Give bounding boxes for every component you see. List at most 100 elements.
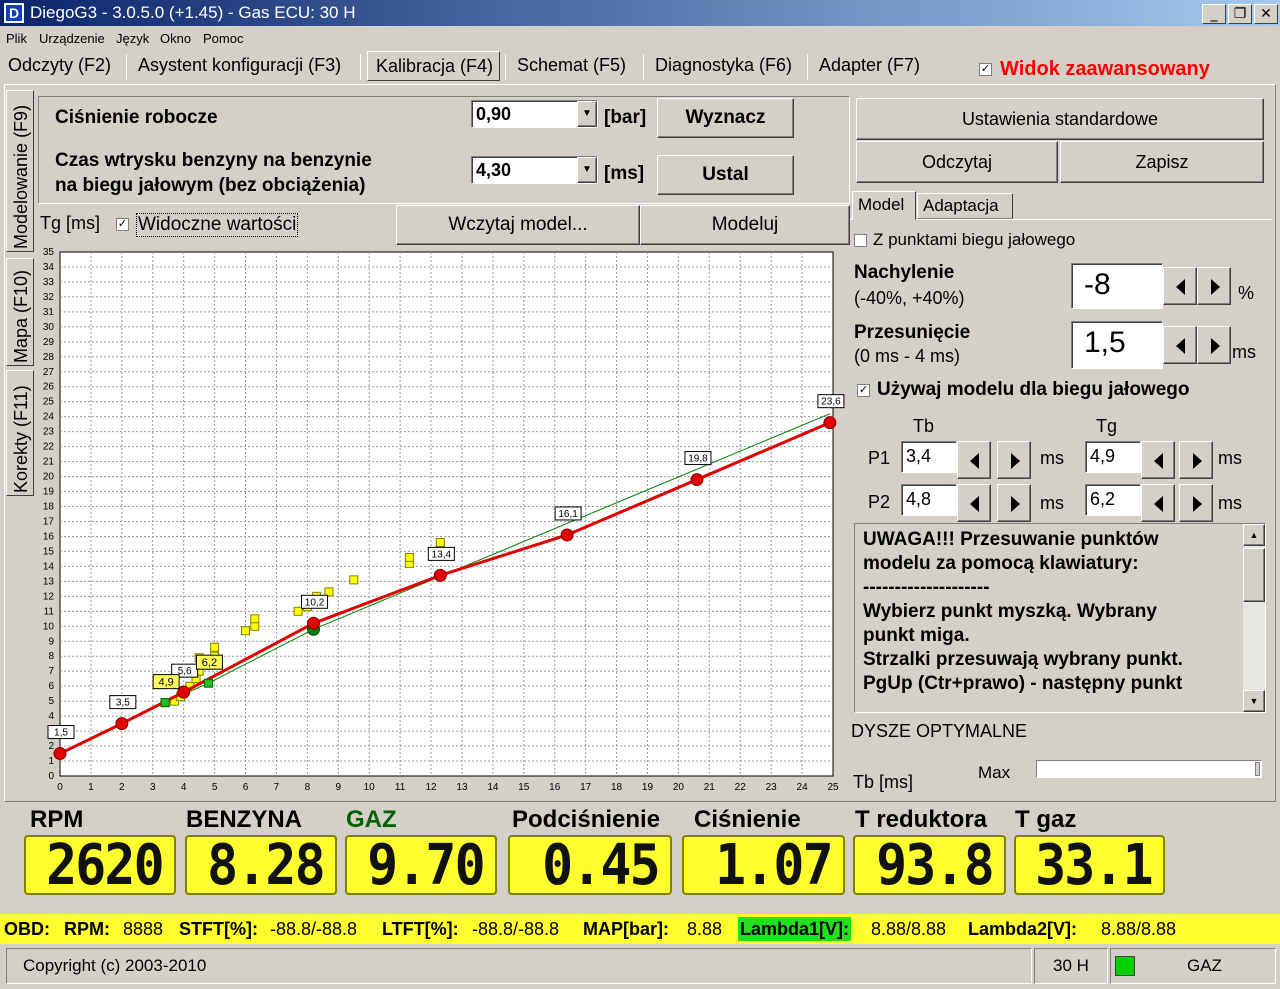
arrow-right-icon: [1011, 453, 1020, 469]
tab-schemat[interactable]: Schemat (F5): [509, 51, 634, 81]
obd-stft-value: -88.8/-88.8: [270, 919, 358, 939]
slope-label: Nachylenie: [854, 262, 955, 283]
side-tab-mapa[interactable]: Mapa (F10): [6, 258, 34, 366]
tab-separator: [807, 54, 808, 80]
tab-separator: [360, 54, 361, 80]
shift-input[interactable]: 1,5: [1071, 321, 1163, 369]
injection-unit: [ms]: [604, 163, 645, 184]
y-tick-label: 29: [43, 337, 55, 348]
slope-increase-button[interactable]: [1197, 267, 1231, 305]
y-tick-label: 12: [43, 591, 55, 602]
tab-odczyty[interactable]: Odczyty (F2): [0, 51, 119, 81]
tb-header: Tb: [913, 416, 935, 436]
tab-kalibracja[interactable]: Kalibracja (F4): [367, 51, 500, 81]
p1-tg-input[interactable]: 4,9: [1085, 441, 1141, 473]
scroll-down-icon[interactable]: ▼: [1243, 690, 1265, 712]
slope-decrease-button[interactable]: [1163, 267, 1197, 305]
close-icon[interactable]: ✕: [1254, 4, 1278, 24]
x-tick-label: 22: [735, 782, 747, 793]
advanced-view-label[interactable]: Widok zaawansowany: [1000, 58, 1210, 81]
warning-memo[interactable]: UWAGA!!! Przesuwanie punktów modelu za p…: [854, 523, 1266, 713]
injection-select[interactable]: 4,30 ▼: [471, 156, 598, 184]
chevron-down-icon[interactable]: ▼: [577, 101, 597, 127]
menu-okno[interactable]: Okno: [160, 31, 191, 46]
y-tick-label: 33: [43, 277, 55, 288]
warning-text: UWAGA!!! Przesuwanie punktów modelu za p…: [863, 528, 1183, 696]
restore-icon[interactable]: ❐: [1228, 4, 1252, 24]
scroll-thumb[interactable]: [1243, 548, 1265, 602]
status-fuel-panel: GAZ: [1110, 948, 1276, 984]
subtab-adaptacja[interactable]: Adaptacja: [917, 193, 1013, 219]
p2-tg-unit: ms: [1218, 493, 1242, 513]
x-tick-label: 16: [549, 782, 561, 793]
x-tick-label: 9: [335, 782, 341, 793]
window-title: DiegoG3 - 3.0.5.0 (+1.45) - Gas ECU: 30 …: [30, 3, 356, 22]
x-tick-label: 17: [580, 782, 592, 793]
idle-points-label[interactable]: Z punktami biegu jałowego: [873, 230, 1075, 250]
y-tick-label: 13: [43, 576, 55, 587]
p2-tg-input[interactable]: 6,2: [1085, 484, 1141, 516]
pressure-select[interactable]: 0,90 ▼: [471, 100, 598, 128]
use-model-idle-checkbox[interactable]: ✓: [857, 384, 870, 397]
idle-points-checkbox[interactable]: [854, 234, 867, 247]
slope-input[interactable]: -8: [1071, 263, 1163, 309]
memo-scrollbar[interactable]: ▲ ▼: [1243, 524, 1265, 712]
y-tick-label: 22: [43, 442, 55, 453]
menu-pomoc[interactable]: Pomoc: [203, 31, 243, 46]
visible-values-checkbox[interactable]: ✓: [116, 218, 129, 231]
model-point-label: 23,6: [821, 397, 841, 408]
save-button[interactable]: Zapisz: [1060, 141, 1264, 183]
status-ecu: 30 H: [1034, 948, 1108, 984]
p1-tb-input[interactable]: 3,4: [901, 441, 957, 473]
side-tab-modelowanie[interactable]: Modelowanie (F9): [6, 90, 34, 252]
minimize-icon[interactable]: _: [1202, 4, 1226, 24]
subtab-model[interactable]: Model: [852, 191, 916, 220]
p2-tb-increase-button[interactable]: [997, 484, 1031, 522]
p2-tg-decrease-button[interactable]: [1141, 484, 1175, 522]
tab-asystent[interactable]: Asystent konfiguracji (F3): [130, 51, 349, 81]
p1-tg-decrease-button[interactable]: [1141, 441, 1175, 479]
base-point: [203, 678, 213, 688]
tab-separator: [505, 54, 506, 80]
standard-settings-button[interactable]: Ustawienia standardowe: [856, 98, 1264, 140]
title-bar: D DiegoG3 - 3.0.5.0 (+1.45) - Gas ECU: 3…: [0, 0, 1280, 26]
use-model-idle-label[interactable]: Używaj modelu dla biegu jałowego: [877, 379, 1190, 401]
calibration-chart[interactable]: 0 1 2 3 4 5 6 7 8 9 10 11 12 13 14 15 16 17 18 19 20 21 22 23 24…: [36, 244, 848, 800]
measured-point: [435, 537, 445, 547]
x-tick-label: 25: [827, 782, 839, 793]
scroll-up-icon[interactable]: ▲: [1243, 524, 1265, 546]
warning-line: Wybierz punkt myszką. Wybrany: [863, 601, 1157, 622]
p1-tb-decrease-button[interactable]: [957, 441, 991, 479]
gauge-label-rpm: RPM: [30, 806, 84, 833]
slider-handle[interactable]: [1255, 762, 1260, 776]
obd-rpm-label: RPM:: [64, 919, 110, 939]
model-button[interactable]: Modeluj: [640, 205, 850, 245]
max-slider[interactable]: [1036, 760, 1262, 778]
menu-plik[interactable]: Plik: [6, 31, 27, 46]
p1-label: P1: [868, 448, 891, 468]
read-button[interactable]: Odczytaj: [856, 141, 1058, 183]
arrow-left-icon: [1154, 496, 1163, 512]
status-fuel: GAZ: [1187, 956, 1222, 975]
p2-tb-unit: ms: [1040, 493, 1064, 513]
shift-decrease-button[interactable]: [1163, 326, 1197, 364]
load-model-button[interactable]: Wczytaj model...: [396, 205, 640, 245]
tab-diagnostyka[interactable]: Diagnostyka (F6): [647, 51, 800, 81]
determine-button[interactable]: Wyznacz: [657, 98, 794, 138]
chevron-down-icon[interactable]: ▼: [577, 157, 597, 183]
p1-tg-increase-button[interactable]: [1179, 441, 1213, 479]
side-tab-korekty[interactable]: Korekty (F11): [6, 370, 34, 496]
shift-increase-button[interactable]: [1197, 326, 1231, 364]
tab-adapter[interactable]: Adapter (F7): [811, 51, 928, 81]
p2-tb-input[interactable]: 4,8: [901, 484, 957, 516]
p2-tg-increase-button[interactable]: [1179, 484, 1213, 522]
menu-jezyk[interactable]: Język: [116, 31, 149, 46]
advanced-view-checkbox[interactable]: ✓: [979, 63, 992, 76]
menu-urzadzenie[interactable]: Urządzenie: [39, 31, 105, 46]
p2-tb-decrease-button[interactable]: [957, 484, 991, 522]
set-button[interactable]: Ustal: [657, 155, 794, 195]
visible-values-label[interactable]: Widoczne wartości: [136, 213, 299, 237]
p1-tb-increase-button[interactable]: [997, 441, 1031, 479]
y-tick-label: 15: [43, 546, 55, 557]
warning-line: --------------------: [863, 577, 990, 598]
